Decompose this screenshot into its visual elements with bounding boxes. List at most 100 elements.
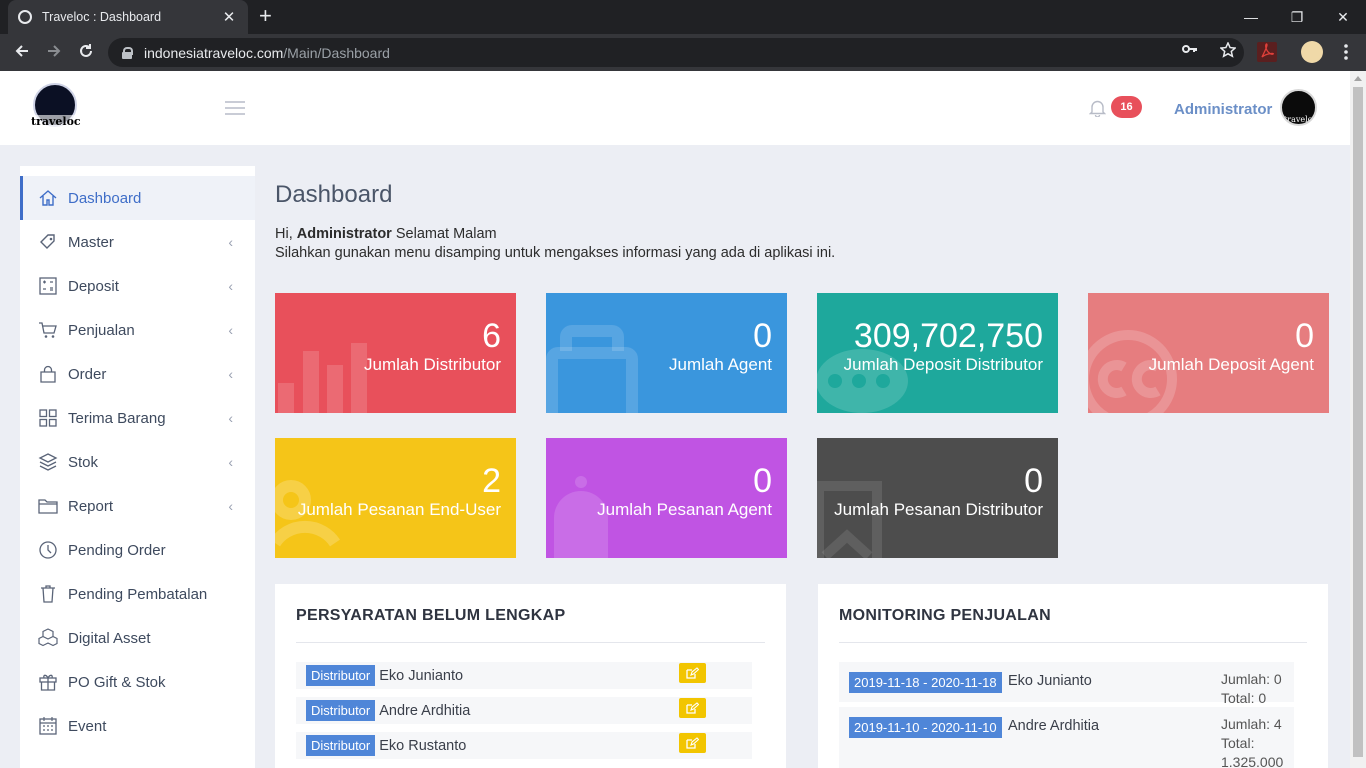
- bag-icon: [38, 364, 58, 384]
- sidebar-item-label: Penjualan: [68, 321, 135, 339]
- favicon-icon: [18, 10, 32, 24]
- browser-tab[interactable]: Traveloc : Dashboard ✕: [8, 0, 248, 34]
- stat-card-distributor[interactable]: 6 Jumlah Distributor: [275, 293, 516, 413]
- panel-title: MONITORING PENJUALAN: [839, 607, 1051, 624]
- stat-card-pesanan-agent[interactable]: 0 Jumlah Pesanan Agent: [546, 438, 787, 558]
- key-icon[interactable]: [1182, 42, 1198, 62]
- edit-button[interactable]: [679, 698, 706, 718]
- tab-close-button[interactable]: ✕: [220, 8, 238, 26]
- edit-icon: [686, 737, 699, 749]
- sales-stats: Jumlah: 0 Total: 0: [1221, 670, 1282, 708]
- sidebar-item-label: Deposit: [68, 277, 119, 295]
- sidebar-item-digital-asset[interactable]: Digital Asset: [20, 616, 255, 660]
- edit-button[interactable]: [679, 733, 706, 753]
- stat-value: 2: [482, 462, 501, 500]
- sidebar-item-stok[interactable]: Stok ‹: [20, 440, 255, 484]
- person-name: Andre Ardhitia: [1008, 718, 1100, 734]
- stat-value: 0: [753, 317, 772, 355]
- traveloc-logo[interactable]: traveloc: [31, 81, 81, 131]
- logo-text: traveloc: [31, 115, 81, 128]
- stat-card-pesanan-distributor[interactable]: 0 Jumlah Pesanan Distributor: [817, 438, 1058, 558]
- sidebar-item-order[interactable]: Order ‹: [20, 352, 255, 396]
- maximize-button[interactable]: ❐: [1274, 0, 1320, 34]
- sidebar-item-report[interactable]: Report ‹: [20, 484, 255, 528]
- profile-avatar-icon[interactable]: [1301, 41, 1323, 63]
- stat-label: Jumlah Pesanan Distributor: [834, 500, 1043, 519]
- stat-value: 0: [1024, 462, 1043, 500]
- new-tab-button[interactable]: +: [259, 5, 272, 27]
- chevron-left-icon: ‹: [228, 410, 233, 426]
- address-bar[interactable]: indonesiatraveloc.com/Main/Dashboard: [108, 38, 1244, 67]
- sidebar-item-label: Stok: [68, 453, 99, 471]
- sidebar-item-deposit[interactable]: Deposit ‹: [20, 264, 255, 308]
- scrollbar-thumb[interactable]: [1353, 87, 1363, 757]
- sidebar-item-label: Pending Pembatalan: [68, 585, 208, 603]
- sidebar-item-master[interactable]: Master ‹: [20, 220, 255, 264]
- stat-value: 6: [482, 317, 501, 355]
- bar-chart-icon: [278, 343, 367, 413]
- stat-label: Jumlah Distributor: [364, 355, 501, 374]
- notification-badge[interactable]: 16: [1111, 96, 1142, 118]
- chevron-left-icon: ‹: [228, 278, 233, 294]
- sidebar-item-label: Dashboard: [68, 189, 142, 207]
- stat-card-deposit-agent[interactable]: 0 Jumlah Deposit Agent: [1088, 293, 1329, 413]
- chevron-left-icon: ‹: [228, 234, 233, 250]
- stat-value: 0: [753, 462, 772, 500]
- layers-icon: [38, 452, 58, 472]
- window-close-button[interactable]: ✕: [1320, 0, 1366, 34]
- chevron-left-icon: ‹: [228, 366, 233, 382]
- user-avatar[interactable]: [1280, 89, 1317, 126]
- bookmark-star-icon[interactable]: [1219, 41, 1237, 62]
- table-row: Distributor Eko Rustanto: [296, 732, 752, 759]
- sidebar: Dashboard Master ‹ Deposit ‹ Penjualan ‹…: [20, 166, 255, 768]
- stat-card-deposit-distributor[interactable]: 309,702,750 Jumlah Deposit Distributor: [817, 293, 1058, 413]
- cart-icon: [38, 320, 58, 340]
- stat-card-pesanan-end-user[interactable]: 2 Jumlah Pesanan End-User: [275, 438, 516, 558]
- bell-icon: [554, 476, 608, 558]
- sidebar-item-terima-barang[interactable]: Terima Barang ‹: [20, 396, 255, 440]
- minimize-button[interactable]: —: [1228, 0, 1274, 34]
- calendar-icon: [38, 716, 58, 736]
- briefcase-icon: [546, 325, 638, 413]
- edit-button[interactable]: [679, 663, 706, 683]
- url-path: /Main/Dashboard: [283, 44, 390, 61]
- browser-tab-bar: Traveloc : Dashboard ✕ + — ❐ ✕: [0, 0, 1366, 34]
- browser-menu-icon[interactable]: [1336, 42, 1356, 62]
- sidebar-item-pending-order[interactable]: Pending Order: [20, 528, 255, 572]
- role-tag: Distributor: [306, 700, 376, 721]
- pdf-extension-icon[interactable]: [1257, 42, 1277, 62]
- monitoring-panel: MONITORING PENJUALAN 2019-11-18 - 2020-1…: [818, 584, 1328, 768]
- sidebar-item-event[interactable]: Event: [20, 704, 255, 748]
- forward-icon[interactable]: [43, 42, 65, 64]
- sidebar-item-label: Terima Barang: [68, 409, 166, 427]
- user-icon: [275, 480, 340, 547]
- jumlah-text: Jumlah: 4: [1221, 716, 1282, 732]
- lock-icon: [122, 46, 133, 59]
- url-host: indonesiatraveloc.com: [144, 44, 284, 61]
- hamburger-menu-icon[interactable]: [225, 101, 245, 119]
- sidebar-item-penjualan[interactable]: Penjualan ‹: [20, 308, 255, 352]
- page-title: Dashboard: [275, 181, 393, 208]
- cubes-icon: [38, 628, 58, 648]
- sidebar-item-dashboard[interactable]: Dashboard: [20, 176, 255, 220]
- role-tag: Distributor: [306, 665, 376, 686]
- page-scrollbar[interactable]: [1350, 71, 1366, 768]
- reload-icon[interactable]: [75, 42, 97, 64]
- back-icon[interactable]: [11, 42, 33, 64]
- divider: [839, 642, 1307, 643]
- stat-label: Jumlah Pesanan Agent: [597, 500, 772, 519]
- person-name: Eko Junianto: [379, 667, 464, 684]
- sidebar-item-label: Event: [68, 717, 107, 735]
- stat-card-agent[interactable]: 0 Jumlah Agent: [546, 293, 787, 413]
- sidebar-item-label: Master: [68, 233, 114, 251]
- bell-icon[interactable]: [1088, 99, 1107, 118]
- user-name[interactable]: Administrator: [1174, 101, 1272, 118]
- sidebar-item-label: Pending Order: [68, 541, 166, 559]
- greeting-name: Administrator: [296, 226, 392, 242]
- page-viewport: traveloc 16 Administrator Dashboard Mast…: [0, 71, 1366, 768]
- total-value: 1.325.000: [1221, 754, 1284, 768]
- sidebar-item-po-gift-stok[interactable]: PO Gift & Stok: [20, 660, 255, 704]
- persyaratan-panel: PERSYARATAN BELUM LENGKAP Distributor Ek…: [275, 584, 786, 768]
- list-item: 2019-11-18 - 2020-11-18 Eko Junianto Jum…: [839, 662, 1294, 706]
- sidebar-item-pending-pembatalan[interactable]: Pending Pembatalan: [20, 572, 255, 616]
